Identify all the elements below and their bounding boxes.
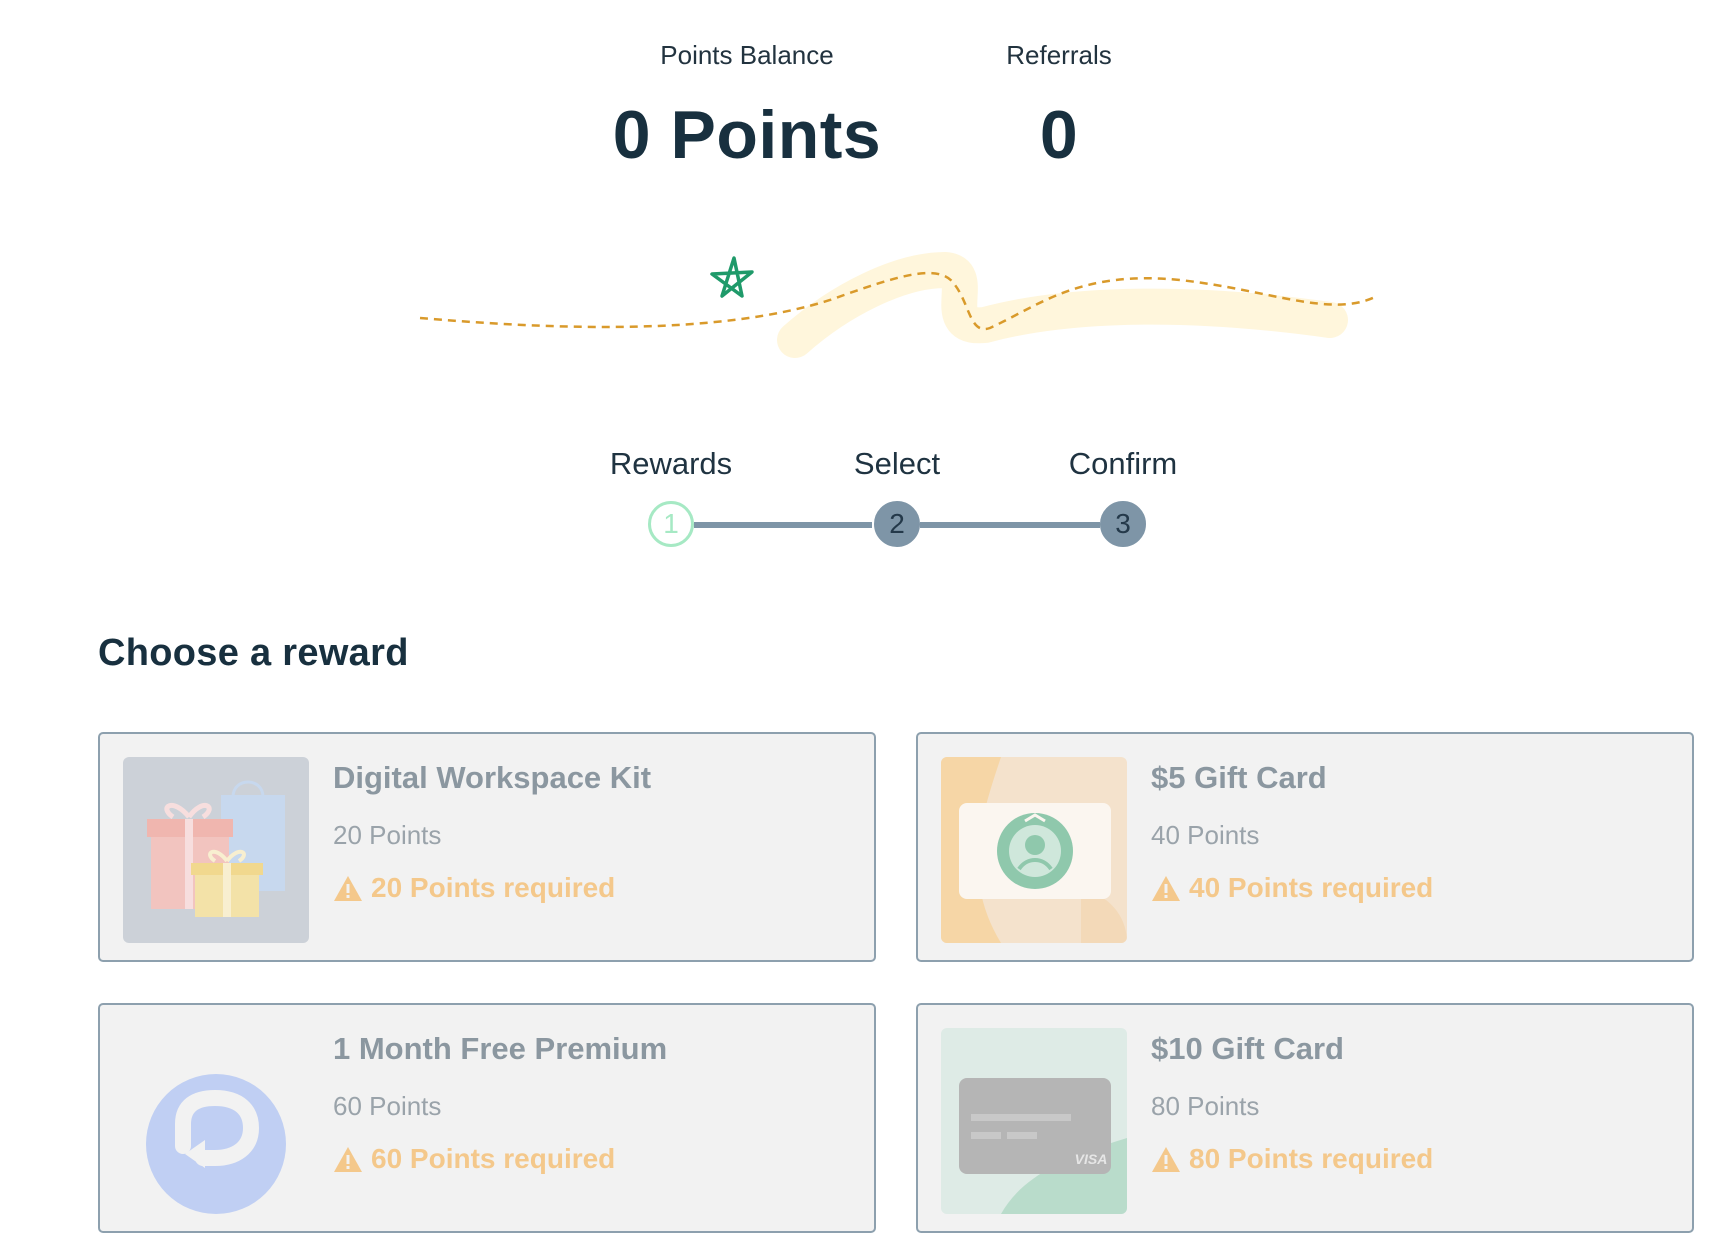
requirement-text: 40 Points required (1189, 872, 1434, 903)
reward-requirement: 60 Points required (333, 1143, 615, 1175)
reward-title: 1 Month Free Premium (333, 1031, 668, 1066)
decorative-path-illustration (419, 251, 1376, 358)
section-title: Choose a reward (98, 632, 409, 674)
reward-card-5-gift-card[interactable]: $5 Gift Card 40 Points 40 Points require… (916, 732, 1694, 962)
visa-logo-text: VISA (1075, 1151, 1108, 1167)
warning-icon (334, 875, 362, 901)
reward-points: 20 Points (333, 820, 442, 850)
requirement-text: 20 Points required (371, 872, 616, 903)
step-circle-2[interactable]: 2 (874, 501, 920, 547)
step-label-rewards: Rewards (609, 446, 733, 481)
reward-card-10-gift-card[interactable]: VISA $10 Gift Card 80 Points 80 Points r… (916, 1003, 1694, 1233)
reward-points: 40 Points (1151, 820, 1260, 850)
step-circle-3[interactable]: 3 (1100, 501, 1146, 547)
step-label-confirm: Confirm (1068, 446, 1178, 481)
highlight-swoosh (777, 251, 1348, 358)
step-connector-1 (694, 522, 872, 528)
starbucks-card-icon (941, 757, 1127, 943)
reward-points: 60 Points (333, 1091, 442, 1121)
reward-title: $10 Gift Card (1151, 1031, 1344, 1066)
warning-icon (334, 1146, 362, 1172)
requirement-text: 80 Points required (1189, 1143, 1434, 1174)
rewards-page: Points Balance 0 Points Referrals 0 Rewa… (0, 0, 1734, 1254)
reward-card-1-month-free-premium[interactable]: 1 Month Free Premium 60 Points 60 Points… (98, 1003, 876, 1233)
premium-logo-icon (123, 1028, 309, 1214)
reward-title: Digital Workspace Kit (333, 760, 652, 795)
warning-icon (1152, 1146, 1180, 1172)
gift-boxes-icon (123, 757, 309, 943)
visa-card-icon: VISA (941, 1028, 1127, 1214)
reward-card-digital-workspace-kit[interactable]: Digital Workspace Kit 20 Points 20 Point… (98, 732, 876, 962)
reward-points: 80 Points (1151, 1091, 1260, 1121)
reward-requirement: 20 Points required (333, 872, 615, 904)
requirement-text: 60 Points required (371, 1143, 616, 1174)
step-circle-1[interactable]: 1 (648, 501, 694, 547)
reward-requirement: 40 Points required (1151, 872, 1433, 904)
step-label-select: Select (853, 446, 941, 481)
star-icon (710, 256, 754, 298)
step-connector-2 (920, 522, 1100, 528)
reward-title: $5 Gift Card (1151, 760, 1327, 795)
reward-requirement: 80 Points required (1151, 1143, 1433, 1175)
warning-icon (1152, 875, 1180, 901)
